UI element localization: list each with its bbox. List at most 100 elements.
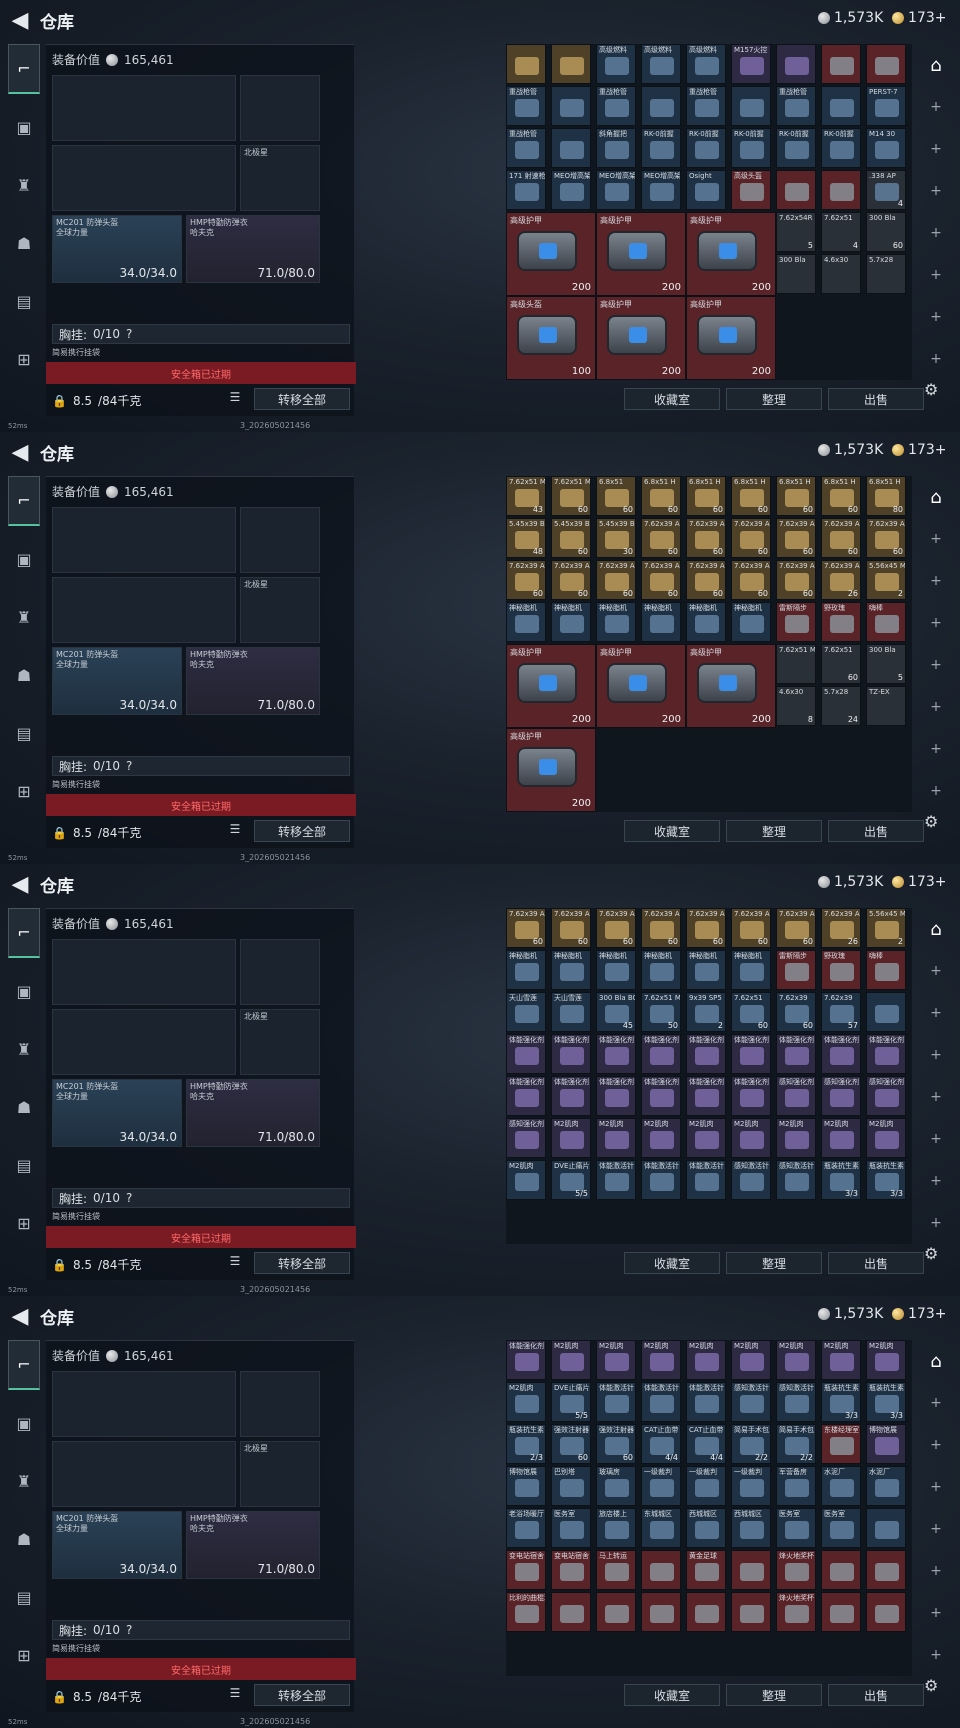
stash-item[interactable]: 重战枪管 xyxy=(506,86,546,126)
pistol-slot[interactable] xyxy=(240,75,320,141)
back-arrow-icon[interactable]: ◀ xyxy=(6,1302,34,1330)
sort-button[interactable]: 整理 xyxy=(726,388,822,410)
sort-button[interactable]: 整理 xyxy=(726,1252,822,1274)
stash-item[interactable]: 重战枪管 xyxy=(506,128,546,168)
helmet-slot[interactable]: MC201 防弹头盔 全球力量 34.0/34.0 xyxy=(52,647,182,715)
stash-item[interactable]: CAT止血带 4/4 xyxy=(686,1424,726,1464)
plus-icon[interactable]: + xyxy=(918,1160,954,1202)
stash-item[interactable]: 7.62x39 60 xyxy=(776,992,816,1032)
ammo-item[interactable]: TZ-EX xyxy=(866,686,906,726)
stash-item[interactable]: 7.62x39 AP 60 xyxy=(551,908,591,948)
stash-item[interactable]: 7.62x39 AP 60 xyxy=(641,908,681,948)
stash-item[interactable]: 体能强化剂 xyxy=(506,1034,546,1074)
plus-icon[interactable]: + xyxy=(918,560,954,602)
collection-button[interactable]: 收藏室 xyxy=(624,820,720,842)
secondary-weapon-slot[interactable] xyxy=(52,1441,236,1507)
stash-item[interactable]: 变电站宿舍 xyxy=(551,1550,591,1590)
stash-item[interactable]: 体能强化剂 xyxy=(686,1076,726,1116)
stash-item[interactable]: MEO增高架 xyxy=(596,170,636,210)
stash-item[interactable] xyxy=(866,1592,906,1632)
stash-item[interactable]: 重战枪管 xyxy=(686,86,726,126)
stash-item[interactable]: 嗨棒 xyxy=(866,950,906,990)
stash-item[interactable]: 7.62x39 AP 60 xyxy=(776,518,816,558)
stash-item[interactable]: 博物馆展 xyxy=(506,1466,546,1506)
plus-icon[interactable]: + xyxy=(918,338,954,380)
armor-icon[interactable]: ▣ xyxy=(8,534,40,584)
armor-item[interactable]: 高级护甲 200 xyxy=(686,644,776,728)
stash-item[interactable]: 玻璃房 xyxy=(596,1466,636,1506)
stash-item[interactable]: 感知激活针 xyxy=(731,1160,771,1200)
bag-icon[interactable]: ☗ xyxy=(8,650,40,700)
stash-item[interactable]: 5.56x45 M855 2 xyxy=(866,908,906,948)
stash-item[interactable]: 9x39 SP5 2 xyxy=(686,992,726,1032)
stash-item[interactable]: 体能强化剂 xyxy=(776,1034,816,1074)
stash-item[interactable] xyxy=(641,86,681,126)
plus-icon[interactable]: + xyxy=(918,1592,954,1634)
stash-item[interactable] xyxy=(776,44,816,84)
collection-button[interactable]: 收藏室 xyxy=(624,1252,720,1274)
stash-item[interactable]: 感知激活针 xyxy=(776,1382,816,1422)
stash-tab-icon[interactable]: ⌂ xyxy=(918,908,954,950)
stash-item[interactable]: 神秘脂机 xyxy=(551,950,591,990)
settings-icon[interactable]: ⚙ xyxy=(924,380,938,399)
stash-item[interactable]: M2肌肉 xyxy=(641,1340,681,1380)
stash-item[interactable]: 巴别塔 xyxy=(551,1466,591,1506)
case-icon[interactable]: ▤ xyxy=(8,276,40,326)
stash-item[interactable]: 7.62x39 AP 26 xyxy=(821,908,861,948)
stash-item[interactable]: RK-0前握 xyxy=(641,128,681,168)
sort-button[interactable]: 整理 xyxy=(726,820,822,842)
stash-item[interactable]: 7.62x39 AP 60 xyxy=(641,518,681,558)
stash-item[interactable]: M2肌肉 xyxy=(731,1340,771,1380)
stash-item[interactable]: 7.62x39 AP 60 xyxy=(776,908,816,948)
stash-item[interactable] xyxy=(641,1592,681,1632)
stash-item[interactable]: M2肌肉 xyxy=(686,1118,726,1158)
stash-item[interactable]: 瓶装抗生素 3/3 xyxy=(821,1382,861,1422)
plus-icon[interactable]: + xyxy=(918,128,954,170)
stash-item[interactable]: 瓶装抗生素 3/3 xyxy=(866,1382,906,1422)
secondary-weapon-slot[interactable] xyxy=(52,577,236,643)
stash-tab-icon[interactable]: ⌂ xyxy=(918,1340,954,1382)
plus-icon[interactable]: + xyxy=(918,86,954,128)
list-icon[interactable]: ☰ xyxy=(226,1686,244,1704)
armor-item[interactable]: 高级护甲 200 xyxy=(506,728,596,812)
transfer-all-button[interactable]: 转移全部 xyxy=(254,1252,350,1274)
stash-item[interactable]: RK-0前握 xyxy=(686,128,726,168)
stash-item[interactable]: M2肌肉 xyxy=(821,1340,861,1380)
plus-icon[interactable]: + xyxy=(918,212,954,254)
ammo-item[interactable]: 7.62x51 4 xyxy=(821,212,861,252)
stash-item[interactable]: 感知强化剂 xyxy=(866,1076,906,1116)
stash-item[interactable] xyxy=(866,1508,906,1548)
toolbox-icon[interactable]: ⊞ xyxy=(8,334,40,384)
knife-slot[interactable]: 北极星 xyxy=(240,577,320,643)
armor-item[interactable]: 高级护甲 200 xyxy=(596,644,686,728)
stash-item[interactable]: 重战枪管 xyxy=(596,86,636,126)
help-icon[interactable]: ? xyxy=(126,1191,132,1205)
stash-item[interactable]: 6.8x51 H 60 xyxy=(776,476,816,516)
stash-item[interactable]: 6.8x51 H 60 xyxy=(731,476,771,516)
stash-item[interactable]: 瓶装抗生素 3/3 xyxy=(866,1160,906,1200)
stash-item[interactable]: 7.62x39 AP 26 xyxy=(821,560,861,600)
stash-item[interactable] xyxy=(596,1592,636,1632)
knife-slot[interactable]: 北极星 xyxy=(240,1009,320,1075)
stash-item[interactable]: 天山雪莲 xyxy=(506,992,546,1032)
list-icon[interactable]: ☰ xyxy=(226,390,244,408)
stash-item[interactable]: 神秘脂机 xyxy=(641,950,681,990)
stash-item[interactable]: RK-0前握 xyxy=(776,128,816,168)
stash-item[interactable]: 体能强化剂 xyxy=(551,1034,591,1074)
stash-item[interactable] xyxy=(821,1592,861,1632)
case-icon[interactable]: ▤ xyxy=(8,1140,40,1190)
stash-tab-icon[interactable]: ⌂ xyxy=(918,44,954,86)
stash-item[interactable] xyxy=(866,992,906,1032)
armor-item[interactable]: 高级护甲 200 xyxy=(686,212,776,296)
stash-item[interactable]: 感知激活针 xyxy=(776,1160,816,1200)
ammo-item[interactable]: 7.62x51 M xyxy=(776,644,816,684)
stash-item[interactable]: CAT止血带 4/4 xyxy=(641,1424,681,1464)
stash-item[interactable]: 6.8x51 H 60 xyxy=(821,476,861,516)
sort-button[interactable]: 整理 xyxy=(726,1684,822,1706)
stash-item[interactable]: 300 Bla BCP FMJ 45 xyxy=(596,992,636,1032)
stash-item[interactable]: 东楼经理室 xyxy=(821,1424,861,1464)
stash-item[interactable]: 烽火地奖杯 xyxy=(776,1592,816,1632)
stash-item[interactable]: 7.62x39 AP 60 xyxy=(596,908,636,948)
stash-item[interactable]: 医务室 xyxy=(551,1508,591,1548)
stash-item[interactable]: 斜角握把 xyxy=(596,128,636,168)
